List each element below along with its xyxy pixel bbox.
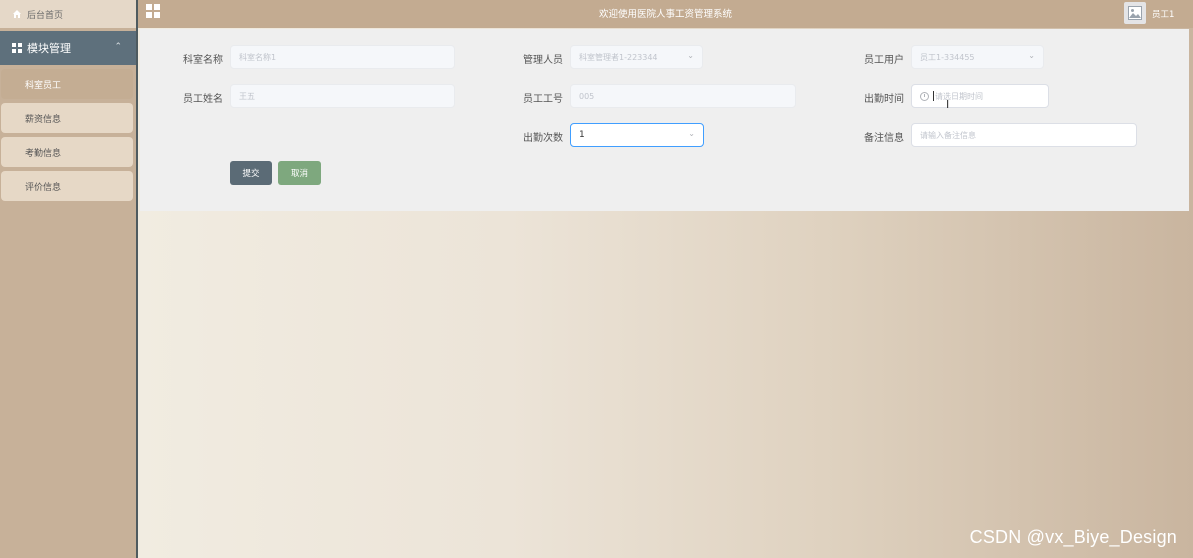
avatar[interactable] xyxy=(1124,2,1146,24)
department-name-label: 科室名称 xyxy=(183,55,223,66)
chevron-up-icon: ⌃ xyxy=(114,42,122,52)
submit-button[interactable]: 提交 xyxy=(230,161,272,185)
attendance-time-placeholder: 请选日期时间 xyxy=(935,91,983,101)
attendance-count-value: 1 xyxy=(579,130,585,140)
user-name[interactable]: 员工1 xyxy=(1152,8,1174,20)
sidebar-item-salary[interactable]: 薪资信息 xyxy=(1,103,133,133)
chevron-down-icon: ⌄ xyxy=(687,51,694,60)
attendance-time-label: 出勤时间 xyxy=(864,94,904,105)
employee-name-value: 王五 xyxy=(239,91,255,101)
module-management-header[interactable]: 模块管理 ⌃ xyxy=(0,31,136,65)
attendance-count-label: 出勤次数 xyxy=(523,133,563,144)
employee-name-label: 员工姓名 xyxy=(183,94,223,105)
employee-no-label: 员工工号 xyxy=(523,94,563,105)
text-cursor xyxy=(933,91,934,101)
employee-no-field: 005 xyxy=(570,84,796,108)
manager-label: 管理人员 xyxy=(523,55,563,66)
attendance-time-picker[interactable]: 请选日期时间 xyxy=(911,84,1049,108)
department-name-field: 科室名称1 xyxy=(230,45,455,69)
sidebar-item-label: 考勤信息 xyxy=(25,148,62,159)
sidebar-item-department-staff[interactable]: 科室员工 xyxy=(1,69,133,99)
chevron-down-icon: ⌄ xyxy=(688,129,695,138)
sidebar-home-link[interactable]: 后台首页 xyxy=(0,0,136,28)
top-bar: 欢迎使用医院人事工资管理系统 员工1 xyxy=(138,0,1193,28)
employee-name-field: 王五 xyxy=(230,84,455,108)
sidebar-item-label: 科室员工 xyxy=(25,80,62,91)
department-name-value: 科室名称1 xyxy=(239,52,277,62)
manager-value: 科室管理者1-223344 xyxy=(579,52,658,62)
employee-user-label: 员工用户 xyxy=(864,55,904,66)
watermark: CSDN @vx_Biye_Design xyxy=(969,527,1177,547)
home-icon xyxy=(12,9,22,19)
sidebar-item-attendance[interactable]: 考勤信息 xyxy=(1,137,133,167)
mouse-ibeam-cursor: I xyxy=(946,98,950,111)
employee-user-select: 员工1-334455 ⌄ xyxy=(911,45,1044,69)
employee-no-value: 005 xyxy=(579,91,595,101)
remark-input[interactable]: 请输入备注信息 xyxy=(911,123,1137,147)
cancel-button[interactable]: 取消 xyxy=(278,161,321,185)
manager-select: 科室管理者1-223344 ⌄ xyxy=(570,45,703,69)
clock-icon xyxy=(920,91,929,101)
remark-placeholder: 请输入备注信息 xyxy=(920,130,976,140)
home-label: 后台首页 xyxy=(27,10,64,21)
chevron-down-icon: ⌄ xyxy=(1028,51,1035,60)
system-title: 欢迎使用医院人事工资管理系统 xyxy=(598,9,732,20)
employee-user-value: 员工1-334455 xyxy=(920,52,975,62)
sidebar-item-evaluation[interactable]: 评价信息 xyxy=(1,171,133,201)
attendance-count-select[interactable]: 1 ⌄ xyxy=(570,123,704,147)
module-label: 模块管理 xyxy=(27,42,71,55)
grid-icon xyxy=(12,43,22,53)
image-icon xyxy=(1128,6,1142,20)
sidebar-item-label: 薪资信息 xyxy=(25,114,62,125)
sidebar-item-label: 评价信息 xyxy=(25,182,62,193)
remark-label: 备注信息 xyxy=(864,133,904,144)
